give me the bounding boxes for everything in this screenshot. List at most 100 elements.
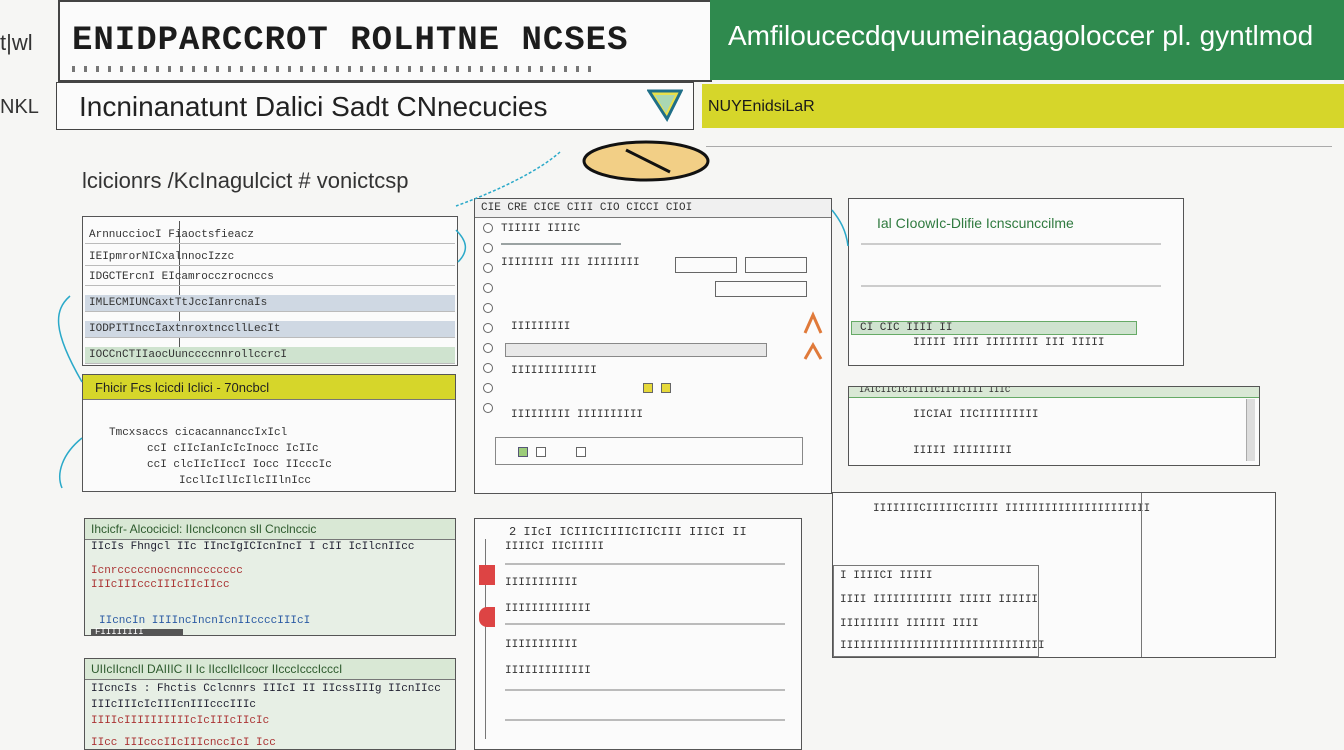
table-row[interactable]: IIIIIIIIIIIIIIIIIIIIIIIIIIIIIII [840,640,1045,652]
list-item: IIcc IIIcccIIcIIIcnccIcI Icc [91,737,276,749]
list-item[interactable]: IIIIIIIIIIIII [505,603,591,615]
list-item[interactable]: IIIICI IICIIIII [505,541,604,553]
panel-title: 2 IIcI ICIIICIIIICIICIII IIICI II [509,525,747,539]
list-item: IICIAI IICIIIIIIIII [913,409,1039,421]
checkbox[interactable] [576,447,586,457]
column-divider [1141,493,1142,657]
list-item: IIIII IIII IIIIIIII III IIIII [913,337,1105,349]
radio-button[interactable] [483,343,493,353]
green-banner: Amfiloucecdqvuumeinagagoloccer pl. gyntl… [710,0,1344,80]
table-row[interactable]: IMLECMIUNCaxtTtJccIanrcnaIs [85,295,455,312]
radio-button[interactable] [483,243,493,253]
text-input[interactable] [715,281,807,297]
list-item: Tmcxsaccs cicacannanccIxIcl [109,427,288,439]
list-item[interactable]: IIIIIIIIIIIII [505,665,591,677]
panel-header: UIIcIIcncIl DAIIIC II Ic IIccIlcIIcocr I… [85,659,455,680]
table-row[interactable]: IIII IIIIIIIIIIII IIIII IIIIII [840,594,1038,606]
radio-button[interactable] [483,223,493,233]
toolbar: CIE CRE CICE CIII CIO CICCI CIOI [475,199,831,218]
table-row[interactable]: IIIIIIIII IIIIII IIII [840,618,979,630]
list-item[interactable]: IIIIIIIIIII [505,577,578,589]
panel-list: 2 IIcI ICIIICIIIICIICIII IIICI II IIIICI… [474,518,802,750]
form-field[interactable] [501,243,621,245]
text-input[interactable] [675,257,737,273]
form-label: IIIIIIIII IIIIIIIIII [511,409,644,421]
dotted-divider [72,66,592,72]
radio-button[interactable] [483,283,493,293]
radio-button[interactable] [483,303,493,313]
table-row[interactable]: IODPITInccIaxtnroxtnccllLecIt [85,321,455,338]
table-row[interactable]: IOCCnCTIIaocUunccccnnrollccrcI [85,347,455,364]
inner-table: I IIIICI IIIII IIII IIIIIIIIIIII IIIII I… [833,565,1045,657]
panel-header: Ihcicfr- Alcocicicl: IIcncIconcn sIl Cnc… [85,519,455,540]
list-item: Icnrcccccnocncnnccccccc [91,565,243,577]
text-input[interactable] [745,257,807,273]
checkbox[interactable] [661,383,671,393]
divider [505,563,785,565]
red-marker[interactable] [479,565,495,585]
panel-title: Ial CIoowIc-Dlifie Icnscunccilme [877,215,1074,231]
yellow-bar: NUYEnidsiLaR [702,84,1344,128]
form-label: IIIIIIIII [511,321,571,333]
header-rule [706,146,1332,147]
list-item[interactable]: IIIIIIIIIII [505,639,578,651]
title-box: ENIDPARCCROT ROLHTNE NCSES [58,0,712,82]
breadcrumb: lcicionrs /KcInagulcict # vonictcsp [82,168,409,193]
panel-title: IIIIIIICIIIIICIIIII IIIIIIIIIIIIIIIIIIII… [873,503,1151,515]
options-group [495,437,803,465]
table-row[interactable]: I IIIICI IIIII [840,570,932,582]
list-item: IIcIs Fhngcl IIc IIncIgICIcnIncI I cII I… [91,541,415,553]
side-mark-top: t|wl [0,30,33,55]
radio-button[interactable] [483,263,493,273]
checkbox[interactable] [518,447,528,457]
panel-yellow-summary: Fhicir Fcs lcicdi Iclici - 70ncbcl Tmcxs… [82,374,456,492]
panel-header: Fhicir Fcs lcicdi Iclici - 70ncbcl [83,375,455,400]
list-item: IIIII IIIIIIIII [913,445,1013,457]
divider [505,623,785,625]
green-banner-text: Amfiloucecdqvuumeinagagoloccer pl. gyntl… [728,20,1314,51]
highlight-row[interactable]: CI CIC IIII II [851,321,1137,335]
list-item: IcclIcIlIcIlcIIlnIcc [179,475,312,487]
form-label: TIIIII IIIIC [501,223,581,235]
dark-button[interactable]: FIIIIIIII [91,627,183,635]
divider [505,689,785,691]
radio-button[interactable] [483,363,493,373]
divider [861,243,1161,245]
panel-form-dialog: CIE CRE CICE CIII CIO CICCI CIOI TIIIII … [474,198,832,494]
triangle-icon[interactable] [647,87,683,123]
arrow-up-icon [803,311,823,360]
subtitle-box: Incninanatunt Dalici Sadt CNnecucies [56,82,694,130]
table-row[interactable]: ArnnucciocI Fiaoctsfieacz [85,227,455,244]
radio-button[interactable] [483,323,493,333]
panel-details: UIIcIIcncIl DAIIIC II Ic IIccIlcIIcocr I… [84,658,456,750]
scrollbar[interactable] [1246,399,1255,461]
list-item: IIIcIIIcccIIIcIIcIIcc [91,579,230,591]
divider [861,285,1161,287]
table-row[interactable]: IDGCTErcnI EIcamrocczrocnccs [85,269,455,286]
side-mark-bottom: NKL [0,96,39,118]
radio-button[interactable] [483,383,493,393]
list-item: IIcncIn IIIIncIncnIcnIIccccIIIcI [99,615,311,627]
divider [505,719,785,721]
form-label: IIIIIIII III IIIIIIII [501,257,640,269]
list-item: ccI cIIcIanIcIcInocc IcIIc [147,443,319,455]
subtitle: Incninanatunt Dalici Sadt CNnecucies [79,91,548,122]
page-title: ENIDPARCCROT ROLHTNE NCSES [72,22,629,60]
panel-header: IAICIICICIIIIICIIIIIIII IIIC [849,387,1259,398]
table-row[interactable]: IEIpmrorNICxalnnocIzzc [85,249,455,266]
oval-pill-icon [582,140,710,182]
red-marker[interactable] [479,607,495,627]
list-item: ccI clcIIcIIccI Iocc IIcccIc [147,459,332,471]
text-input[interactable] [505,343,767,357]
list-item: IIIIcIIIIIIIIIIcIcIIIcIIcIc [91,715,270,727]
checkbox[interactable] [536,447,546,457]
list-item: IIcncIs : Fhctis Cclcnnrs IIIcI II IIcss… [91,683,441,695]
yellow-bar-label: NUYEnidsiLaR [708,98,815,115]
panel-data-table: ArnnucciocI Fiaoctsfieacz IEIpmrorNICxal… [82,216,458,366]
panel-info-card: Ial CIoowIc-Dlifie Icnscunccilme CI CIC … [848,198,1184,366]
panel-summary-table: IIIIIIICIIIIICIIIII IIIIIIIIIIIIIIIIIIII… [832,492,1276,658]
panel-status: IAICIICICIIIIICIIIIIIII IIIC IICIAI IICI… [848,386,1260,466]
panel-notes: Ihcicfr- Alcocicicl: IIcncIconcn sIl Cnc… [84,518,456,636]
checkbox[interactable] [643,383,653,393]
radio-button[interactable] [483,403,493,413]
